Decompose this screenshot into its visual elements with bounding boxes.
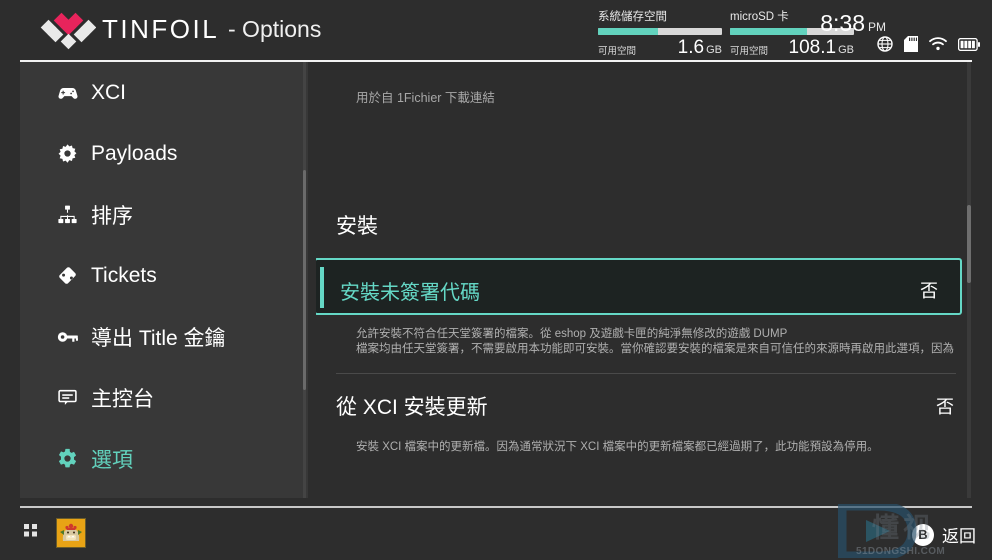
system-storage-meter: 系統儲存空間 可用空間 1.6 GB xyxy=(598,10,730,58)
microsd-unit: GB xyxy=(838,44,854,56)
top-header-bar: TINFOIL - Options 系統儲存空間 可用空間 1.6 GB micr… xyxy=(0,0,992,62)
option-value[interactable]: 否 xyxy=(936,393,954,419)
console-icon xyxy=(57,387,87,408)
sidebar-item-4[interactable]: 導出 Title 金鑰 xyxy=(20,306,308,367)
option-row-install-unsigned[interactable]: 安裝未簽署代碼 否 xyxy=(316,258,962,315)
microsd-free-label: 可用空間 xyxy=(730,46,769,57)
burst-icon xyxy=(57,143,87,164)
back-button[interactable]: B 返回 xyxy=(912,522,976,547)
system-storage-bar xyxy=(598,28,722,35)
globe-icon xyxy=(877,36,893,52)
button-b-glyph: B xyxy=(912,523,934,546)
sidebar-item-label: 排序 xyxy=(91,204,133,228)
row-divider xyxy=(336,373,956,374)
system-storage-unit: GB xyxy=(706,44,722,56)
option-label: 安裝未簽署代碼 xyxy=(340,282,480,304)
back-button-label: 返回 xyxy=(942,527,976,546)
grid-apps-icon[interactable] xyxy=(24,524,38,549)
option-description-install-update-from-xci: 安裝 XCI 檔案中的更新檔。因為通常狀況下 XCI 檔案中的更新檔案都已經過期… xyxy=(356,441,879,453)
system-storage-bar-fill xyxy=(598,28,658,35)
sidebar-item-label: Tickets xyxy=(91,263,157,287)
tinfoil-options-screen: TINFOIL - Options 系統儲存空間 可用空間 1.6 GB micr… xyxy=(0,0,992,560)
sidebar-item-5[interactable]: 主控台 xyxy=(20,367,308,428)
page-title: - Options xyxy=(228,16,322,42)
key-icon xyxy=(57,328,87,346)
status-icon-tray xyxy=(877,36,980,52)
section-heading-install: 安裝 xyxy=(336,215,378,238)
sidebar-item-3[interactable]: Tickets xyxy=(20,245,308,306)
clock-time: 8:38 xyxy=(820,10,865,36)
sidebar-item-0[interactable]: XCI xyxy=(20,62,308,123)
previous-option-description: 用於自 1Fichier 下載連結 xyxy=(356,91,495,105)
options-content-panel: 用於自 1Fichier 下載連結 安裝 安裝未簽署代碼 否 允許安裝不符合任天… xyxy=(316,62,972,498)
app-brand-name: TINFOIL xyxy=(102,14,220,44)
sidebar-item-label: XCI xyxy=(91,80,127,104)
system-storage-value: 1.6 xyxy=(677,37,705,58)
clock: 8:38 PM xyxy=(820,10,886,37)
sidebar-menu-list: XCI Payloads 排序 Tickets 導出 Title 金鑰 主控台選項 xyxy=(20,62,308,489)
system-storage-title: 系統儲存空間 xyxy=(598,11,667,23)
sidebar: XCI Payloads 排序 Tickets 導出 Title 金鑰 主控台選項 xyxy=(20,62,308,498)
sidebar-item-2[interactable]: 排序 xyxy=(20,184,308,245)
sidebar-item-1[interactable]: Payloads xyxy=(20,123,308,184)
gamepad-icon xyxy=(57,82,87,104)
sidebar-item-label: Payloads xyxy=(91,141,178,165)
option-label: 從 XCI 安裝更新 xyxy=(336,396,488,419)
content-scrollbar-thumb[interactable] xyxy=(967,205,971,283)
sitemap-icon xyxy=(57,204,87,225)
bowser-game-icon[interactable] xyxy=(56,518,86,548)
gear-icon xyxy=(57,448,87,469)
ticket-icon xyxy=(57,265,87,286)
option-value[interactable]: 否 xyxy=(920,277,938,303)
sidebar-item-6[interactable]: 選項 xyxy=(20,428,308,489)
battery-icon xyxy=(958,37,980,51)
selection-accent-bar xyxy=(320,267,324,308)
system-storage-free-label: 可用空間 xyxy=(598,46,637,57)
sidebar-scrollbar-thumb[interactable] xyxy=(303,170,306,390)
sidebar-item-label: 選項 xyxy=(91,448,133,472)
sdcard-icon xyxy=(904,36,918,52)
tinfoil-logo-icon xyxy=(40,12,96,50)
microsd-bar-fill xyxy=(730,28,807,35)
sidebar-item-label: 導出 Title 金鑰 xyxy=(91,326,226,350)
sidebar-item-label: 主控台 xyxy=(91,387,154,411)
footer-bar xyxy=(0,508,992,560)
option-description-install-unsigned: 允許安裝不符合任天堂簽署的檔案。從 eshop 及遊戲卡匣的純淨無修改的遊戲 D… xyxy=(356,328,954,355)
option-row-install-update-from-xci[interactable]: 從 XCI 安裝更新 否 xyxy=(336,388,956,428)
microsd-value: 108.1 xyxy=(788,37,837,58)
wifi-icon xyxy=(929,37,947,51)
clock-ampm: PM xyxy=(868,20,886,34)
